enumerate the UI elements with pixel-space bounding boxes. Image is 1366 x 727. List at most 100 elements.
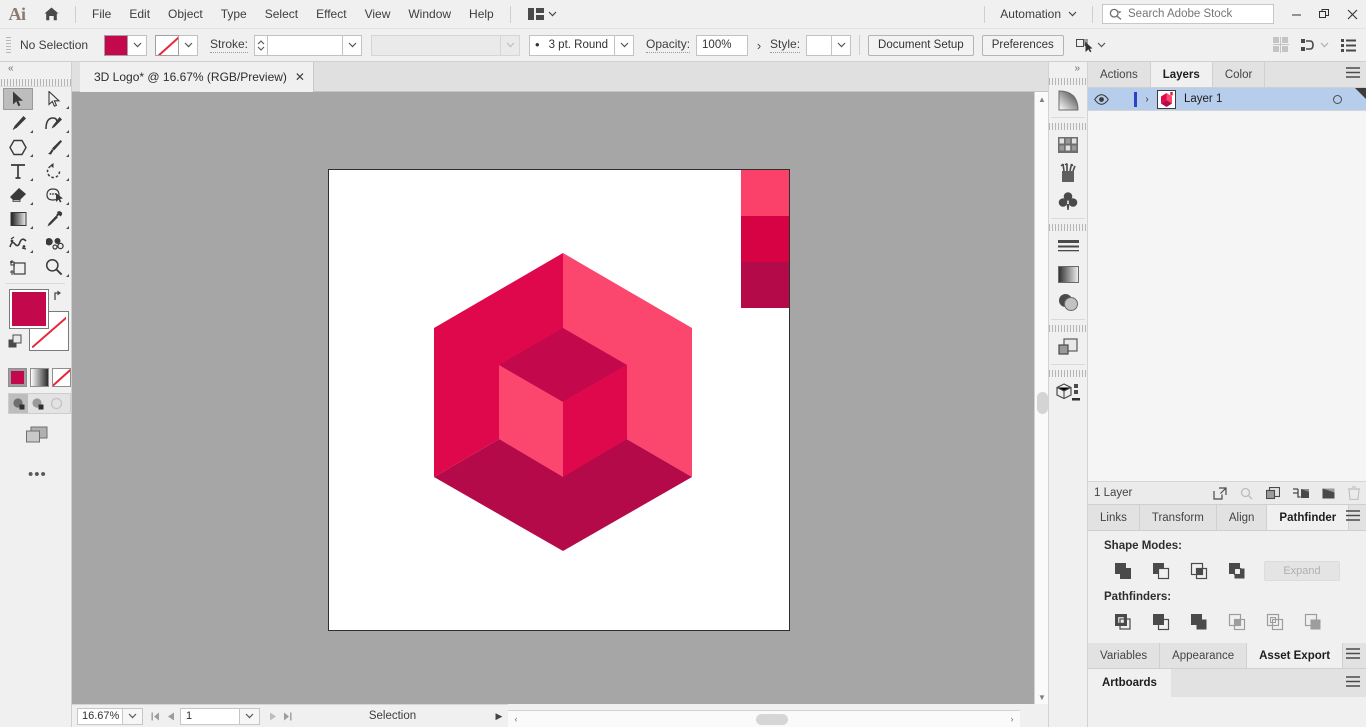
style-dropdown[interactable] <box>832 34 852 56</box>
zoom-level-field[interactable]: 16.67% <box>77 707 123 725</box>
menu-item-file[interactable]: File <box>83 3 120 25</box>
stroke-panel-icon[interactable] <box>1049 232 1087 260</box>
draw-inside-mode[interactable] <box>47 394 66 413</box>
arrange-documents-button[interactable] <box>522 5 563 23</box>
tab-pathfinder[interactable]: Pathfinder <box>1267 505 1350 530</box>
panel-menu-icon[interactable] <box>1346 510 1360 522</box>
brush-definition-control[interactable]: • 3 pt. Round <box>529 34 635 56</box>
edit-toolbar-ellipsis-icon[interactable]: ••• <box>28 466 71 483</box>
close-icon[interactable]: ✕ <box>287 62 313 92</box>
artboard[interactable] <box>328 169 790 631</box>
selection-tool[interactable] <box>0 87 36 111</box>
menu-item-view[interactable]: View <box>356 3 400 25</box>
control-bar-gripper[interactable] <box>4 35 13 55</box>
gradient-tool[interactable] <box>0 207 36 231</box>
fill-color-swatch[interactable] <box>9 289 49 329</box>
select-similar-control[interactable] <box>1075 38 1106 53</box>
panel-menu-icon[interactable] <box>1346 67 1360 79</box>
tab-appearance[interactable]: Appearance <box>1160 643 1248 668</box>
exclude-icon[interactable] <box>1218 560 1256 582</box>
preferences-button[interactable]: Preferences <box>981 34 1064 56</box>
swatches-panel-icon[interactable] <box>1049 131 1087 159</box>
dock-gripper-1[interactable] <box>1049 76 1087 86</box>
zoom-dropdown-button[interactable] <box>123 707 143 725</box>
unite-icon[interactable] <box>1104 560 1142 582</box>
stroke-weight-stepper[interactable] <box>254 34 268 56</box>
create-new-layer-icon[interactable] <box>1322 487 1335 500</box>
opacity-options-arrow[interactable]: › <box>748 38 770 53</box>
chevron-left-icon[interactable]: ‹ <box>508 711 524 727</box>
chevron-down-icon[interactable]: ▼ <box>1035 690 1049 704</box>
chevron-up-icon[interactable]: ▲ <box>1035 92 1049 106</box>
chevron-right-icon[interactable]: › <box>1137 94 1157 105</box>
tab-align[interactable]: Align <box>1217 505 1268 530</box>
graphic-style-control[interactable] <box>806 34 852 56</box>
menu-item-object[interactable]: Object <box>159 3 212 25</box>
paintbrush-tool[interactable] <box>36 135 72 159</box>
pathfinder-panel-icon[interactable] <box>1049 333 1087 361</box>
color-mode-color[interactable] <box>8 368 27 387</box>
trim-icon[interactable] <box>1142 611 1180 633</box>
merge-icon[interactable] <box>1180 611 1218 633</box>
default-fill-stroke-icon[interactable] <box>8 334 23 349</box>
adobe-stock-search[interactable] <box>1102 4 1274 24</box>
swatch-dark-crimson[interactable] <box>741 262 789 308</box>
brush-definition-field[interactable]: • 3 pt. Round <box>529 34 616 56</box>
draw-behind-mode[interactable] <box>28 394 47 413</box>
collect-in-new-layer-icon[interactable] <box>1266 486 1280 500</box>
tab-links[interactable]: Links <box>1088 505 1140 530</box>
horizontal-scroll-thumb[interactable] <box>756 714 788 725</box>
fill-swatch[interactable] <box>104 34 128 56</box>
swap-fill-stroke-icon[interactable] <box>53 289 67 302</box>
locate-object-icon[interactable] <box>1213 486 1227 500</box>
double-chevron-right-icon[interactable]: » <box>1074 63 1080 74</box>
swatch-pink[interactable] <box>741 170 789 216</box>
next-artboard-icon[interactable] <box>265 708 280 725</box>
menu-item-select[interactable]: Select <box>256 3 307 25</box>
tools-panel-gripper[interactable] <box>0 76 71 87</box>
brush-definition-dropdown[interactable] <box>615 34 635 56</box>
gradient-panel-icon-2[interactable] <box>1049 260 1087 288</box>
transparency-panel-icon[interactable] <box>1049 288 1087 316</box>
menu-item-help[interactable]: Help <box>460 3 503 25</box>
shape-builder-tool[interactable] <box>36 183 72 207</box>
layer-name[interactable]: Layer 1 <box>1184 93 1222 105</box>
vertical-scrollbar[interactable]: ▲ ▼ <box>1034 92 1048 704</box>
swatch-crimson[interactable] <box>741 216 789 262</box>
dock-gripper-2[interactable] <box>1049 121 1087 131</box>
stroke-dropdown-button[interactable] <box>179 34 198 56</box>
fill-dropdown-button[interactable] <box>128 34 147 56</box>
stroke-weight-dropdown[interactable] <box>343 34 363 56</box>
stroke-swatch-none-icon[interactable] <box>155 34 179 56</box>
opacity-control[interactable]: 100% › <box>696 34 770 56</box>
3d-and-materials-panel-icon[interactable] <box>1049 378 1087 406</box>
last-artboard-icon[interactable] <box>280 708 295 725</box>
panel-menu-icon[interactable] <box>1346 648 1360 660</box>
divide-icon[interactable] <box>1104 611 1142 633</box>
close-button[interactable] <box>1338 0 1366 29</box>
change-screen-mode-icon[interactable] <box>26 426 71 444</box>
shape-tool[interactable] <box>0 135 36 159</box>
zoom-control[interactable]: 16.67% <box>72 707 143 725</box>
search-input[interactable] <box>1128 8 1258 20</box>
draw-normal-mode[interactable] <box>9 394 28 413</box>
tab-color[interactable]: Color <box>1213 62 1266 87</box>
chevron-right-icon[interactable]: › <box>1004 711 1020 727</box>
menu-item-effect[interactable]: Effect <box>307 3 355 25</box>
brushes-panel-icon[interactable] <box>1049 159 1087 187</box>
canvas-area[interactable] <box>72 92 1034 704</box>
layer-row[interactable]: › Layer 1 <box>1088 88 1366 111</box>
opacity-field[interactable]: 100% <box>696 34 749 56</box>
tab-asset-export[interactable]: Asset Export <box>1247 643 1344 668</box>
fill-color-control[interactable] <box>104 34 147 56</box>
symbols-panel-icon[interactable] <box>1049 187 1087 215</box>
menu-item-window[interactable]: Window <box>399 3 460 25</box>
zoom-tool[interactable] <box>36 255 72 279</box>
target-circle-icon[interactable] <box>1333 94 1342 104</box>
restore-button[interactable] <box>1310 0 1338 29</box>
automation-dropdown[interactable]: Automation <box>992 4 1085 24</box>
home-icon[interactable] <box>34 0 68 29</box>
tab-transform[interactable]: Transform <box>1140 505 1217 530</box>
document-setup-button[interactable]: Document Setup <box>868 34 974 56</box>
minus-back-icon[interactable] <box>1294 611 1332 633</box>
